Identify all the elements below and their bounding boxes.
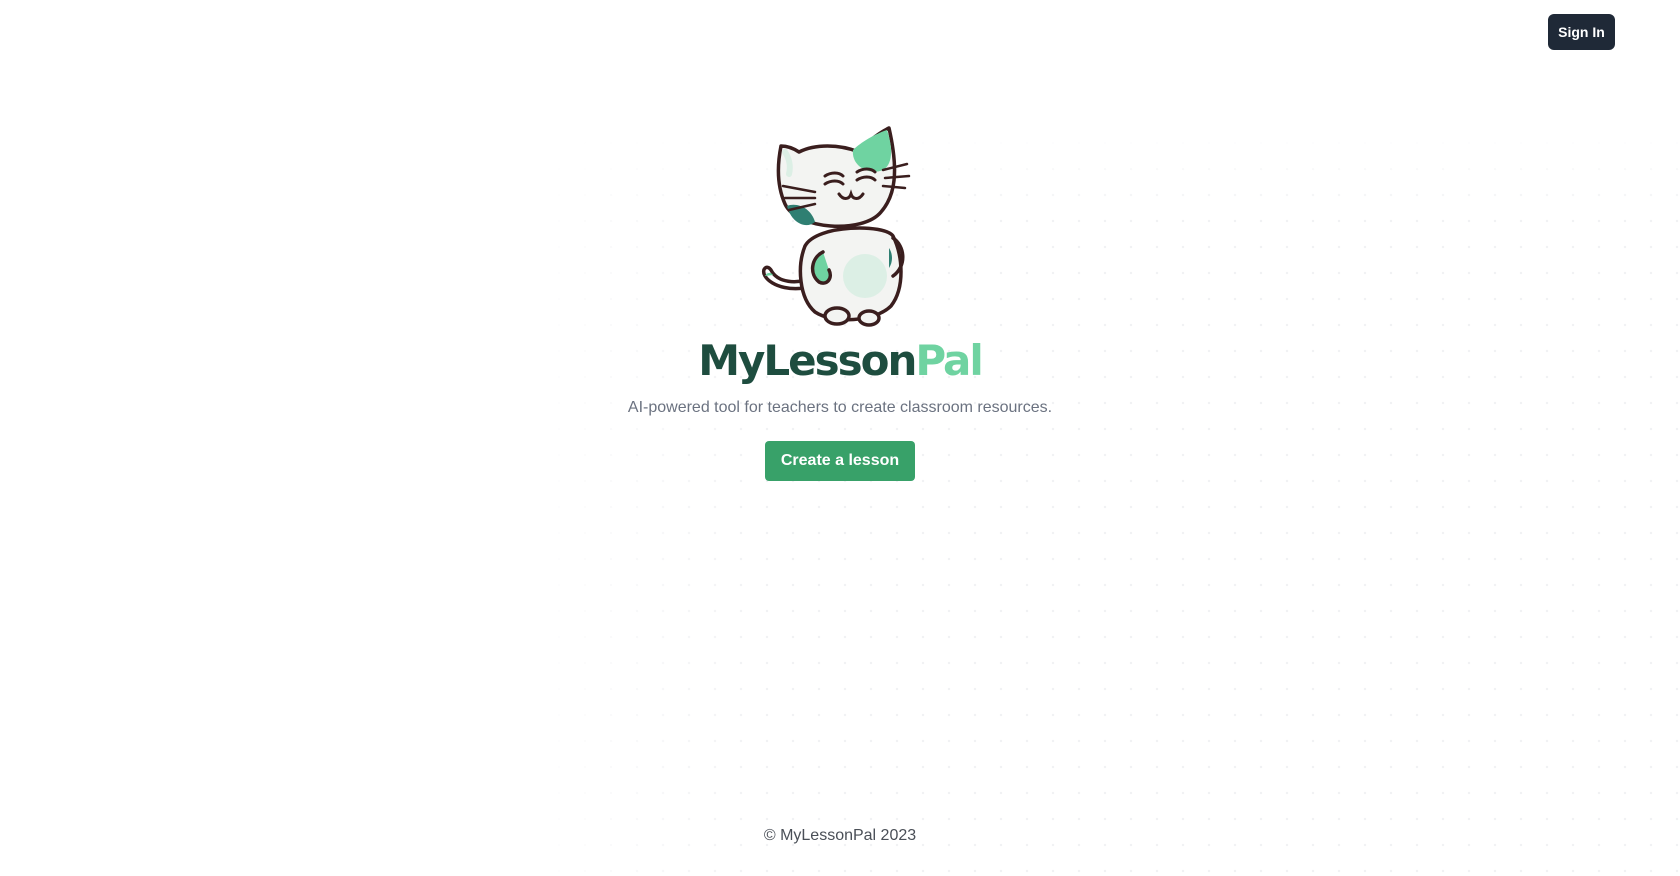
sign-in-button[interactable]: Sign In bbox=[1548, 14, 1615, 50]
brand-name-part-2: Pal bbox=[915, 336, 983, 385]
landing-page: Sign In MyLessonPal AI-powered tool for … bbox=[0, 0, 1680, 876]
footer-copyright: © MyLessonPal 2023 bbox=[763, 827, 917, 844]
tagline: AI-powered tool for teachers to create c… bbox=[627, 399, 1053, 416]
cat-mascot-icon bbox=[761, 126, 911, 327]
create-lesson-button[interactable]: Create a lesson bbox=[764, 441, 916, 481]
brand-name-part-1: MyLesson bbox=[698, 336, 917, 385]
hero-section: MyLessonPal AI-powered tool for teachers… bbox=[0, 126, 1680, 481]
brand-logo-text: MyLessonPal bbox=[698, 336, 984, 386]
